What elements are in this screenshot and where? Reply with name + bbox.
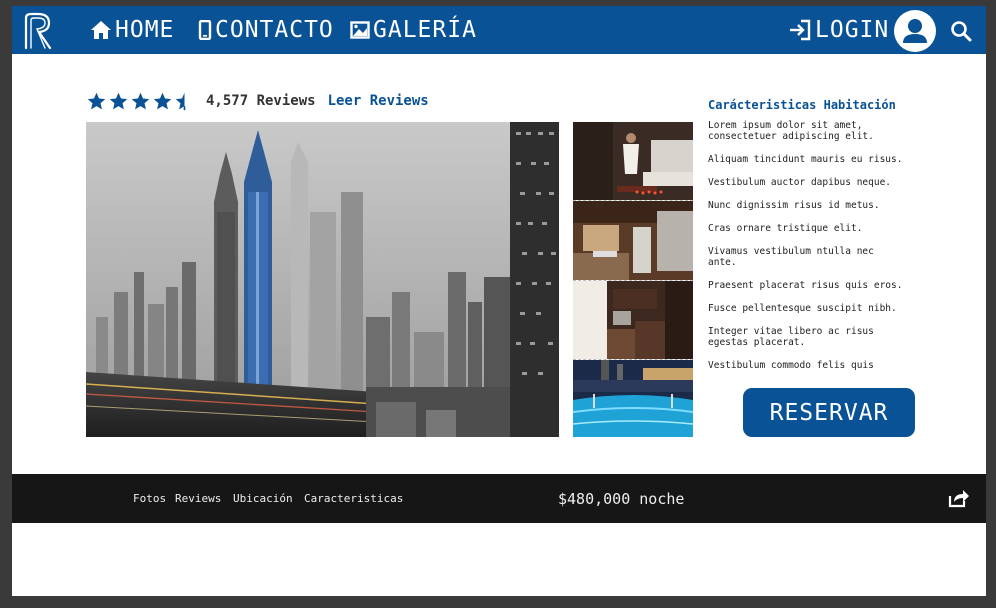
nav-contact[interactable]: CONTACTO <box>198 14 334 46</box>
home-icon <box>91 21 111 39</box>
feature-item: Aliquam tincidunt mauris eu risus. <box>708 154 903 165</box>
feature-item: Cras ornare tristique elit. <box>708 223 863 234</box>
star-icon <box>87 92 106 109</box>
bottom-info-bar: Fotos Reviews Ubicación Caracteristicas … <box>12 474 986 523</box>
thumbnail-gallery <box>573 122 693 437</box>
star-rating <box>86 91 196 112</box>
user-icon <box>903 19 927 43</box>
feature-item: Vestibulum auctor dapibus neque. <box>708 177 892 188</box>
feature-item: Nunc dignissim risus id metus. <box>708 200 880 211</box>
half-star-icon <box>175 92 186 110</box>
skyline-image <box>86 122 559 437</box>
feature-item: Praesent placerat risus quis eros. <box>708 280 903 291</box>
phone-icon <box>198 20 212 40</box>
top-navbar: HOME CONTACTO GALERÍA LOGIN <box>12 6 986 54</box>
thumbnail-kitchen-2[interactable] <box>573 281 693 360</box>
thumbnail-pool[interactable] <box>573 360 693 437</box>
star-icon <box>109 92 128 109</box>
tab-ubicacion[interactable]: Ubicación <box>233 492 293 505</box>
logo-icon[interactable] <box>22 12 54 50</box>
search-icon[interactable] <box>950 20 972 42</box>
room-features-list: Lorem ipsum dolor sit amet, consectetuer… <box>708 120 908 383</box>
tab-fotos[interactable]: Fotos <box>133 492 166 505</box>
nav-contact-label: CONTACTO <box>215 17 334 43</box>
nav-gallery-label: GALERÍA <box>373 17 477 43</box>
star-icon <box>153 92 172 109</box>
feature-item: Vivamus vestibulum ntulla nec ante. <box>708 246 874 268</box>
nav-login-label: LOGIN <box>815 17 890 43</box>
nav-login[interactable]: LOGIN <box>788 14 889 46</box>
user-avatar[interactable] <box>894 10 936 52</box>
star-icon <box>131 92 150 109</box>
nav-gallery[interactable]: GALERÍA <box>350 14 477 46</box>
thumbnail-bedroom[interactable] <box>573 122 693 201</box>
thumbnail-kitchen[interactable] <box>573 201 693 281</box>
rating-row: 4,577 Reviews Leer Reviews <box>86 90 429 112</box>
page-frame: HOME CONTACTO GALERÍA LOGIN 4,577 Review… <box>12 6 986 596</box>
read-reviews-link[interactable]: Leer Reviews <box>328 93 429 109</box>
price-per-night: $480,000 noche <box>558 490 685 508</box>
feature-item: Integer vitae libero ac risus egestas pl… <box>708 326 874 348</box>
nav-home-label: HOME <box>115 17 175 43</box>
image-icon <box>350 21 370 39</box>
nav-home[interactable]: HOME <box>90 14 174 46</box>
tab-caracteristicas[interactable]: Caracteristicas <box>304 492 403 505</box>
main-hotel-photo[interactable] <box>86 122 559 437</box>
feature-item: Lorem ipsum dolor sit amet, consectetuer… <box>708 120 874 142</box>
reserve-button[interactable]: RESERVAR <box>743 388 915 437</box>
room-features-title: Carácteristicas Habitación <box>708 98 896 112</box>
feature-item: Fusce pellentesque suscipit nibh. <box>708 303 897 314</box>
tab-reviews[interactable]: Reviews <box>175 492 221 505</box>
feature-item: Vestibulum commodo felis quis <box>708 360 874 371</box>
reviews-count: 4,577 Reviews <box>206 93 316 109</box>
login-icon <box>790 19 811 41</box>
share-icon[interactable] <box>948 488 970 508</box>
